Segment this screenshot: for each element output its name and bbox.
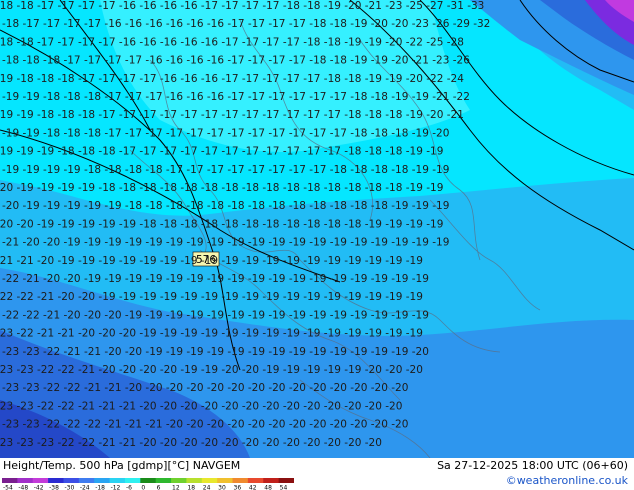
scale-label: -12 [111,485,121,490]
scale-swatch [94,478,111,483]
temperature-label-row: -22 -21 -20 -20 -19 -19 -19 -19 -19 -19 … [2,273,429,285]
scale-swatch [140,478,157,483]
valid-time: Sa 27-12-2025 18:00 UTC (06+60) [437,459,628,472]
temperature-label-row: -19 -19 -18 -18 -18 -17 -17 -17 -17 -17 … [2,127,449,139]
scale-swatch [186,478,203,483]
temperature-label-row: -18 -18 -17 -17 -17 -17 -16 -16 -16 -16 … [0,36,464,48]
scale-swatch [278,478,294,483]
temperature-label-row: -20 -19 -19 -19 -19 -19 -18 -18 -18 -18 … [2,200,449,212]
scale-swatch [155,478,172,483]
temperature-label-row: -19 -18 -18 -18 -17 -17 -17 -17 -16 -16 … [0,73,464,85]
scale-swatch [201,478,218,483]
scale-swatch [48,478,64,483]
scale-label: -54 [3,485,13,490]
scale-label: -38 [49,485,59,490]
scale-swatch [217,478,234,483]
credit-link[interactable]: ©weatheronline.co.uk [506,474,628,487]
temperature-label-row: -18 -18 -18 -17 -17 -17 -17 -16 -16 -16 … [2,55,470,67]
scale-swatch [78,478,95,483]
scale-label: 6 [157,485,161,490]
scale-label: -48 [18,485,28,490]
scale-swatch [63,478,80,483]
scale-swatch [247,478,264,483]
scale-swatch [263,478,280,483]
temperature-label-row: -23 -23 -22 -22 -21 -21 -20 -20 -20 -20 … [2,382,408,394]
scale-swatch [2,478,18,483]
scale-label: -18 [95,485,105,490]
scale-swatch [32,478,49,483]
temperature-label-row: -20 -20 -19 -19 -19 -19 -19 -18 -18 -18 … [0,218,443,230]
scale-label: -30 [64,485,74,490]
scale-label: -6 [126,485,132,490]
temperature-label-row: -20 -19 -19 -19 -19 -18 -18 -18 -18 -18 … [0,182,443,194]
scale-label: 36 [234,485,242,490]
scale-swatch [17,478,34,483]
weather-map: 576 -18 -18 -17 -17 -17 -17 -16 -16 -16 … [0,0,634,458]
scale-label: 24 [203,485,211,490]
scale-label: 0 [141,485,145,490]
color-scale: -54 -48 -42 -38 -30 -24 -18 -12 -6 0 6 12 18 24 30 36 42… [2,478,294,490]
scale-label: 42 [249,485,257,490]
temperature-label-row: -19 -19 -19 -19 -18 -18 -18 -18 -17 -17 … [2,164,449,176]
temperature-label-row: -18 -17 -17 -17 -17 -16 -16 -16 -16 -16 … [2,18,490,30]
temperature-label-row: -23 -23 -22 -22 -22 -21 -21 -21 -20 -20 … [2,419,408,431]
footer-bar: Height/Temp. 500 hPa [gdmp][°C] NAVGEM S… [0,458,634,490]
temperature-label-row: -23 -23 -22 -22 -21 -21 -21 -20 -20 -20 … [0,400,402,412]
temperature-label-row: -23 -22 -21 -21 -20 -20 -20 -19 -19 -19 … [0,328,423,340]
scale-label: 12 [172,485,180,490]
temperature-label-row: -19 -19 -18 -18 -18 -17 -17 -17 -17 -17 … [0,109,464,121]
temperature-label-row: -23 -23 -22 -21 -21 -20 -20 -19 -19 -19 … [2,346,429,358]
scale-label: -24 [80,485,90,490]
temperature-label-row: -21 -21 -20 -19 -19 -19 -19 -19 -19 -19 … [0,255,423,267]
scale-label: 30 [218,485,226,490]
temperature-label-row: -22 -22 -21 -20 -20 -20 -19 -19 -19 -19 … [2,309,429,321]
temperature-label-row: -21 -20 -20 -19 -19 -19 -19 -19 -19 -19 … [2,237,449,249]
scale-swatch [109,478,126,483]
scale-swatch [232,478,249,483]
temperature-label-row: -23 -23 -22 -22 -21 -20 -20 -20 -20 -19 … [0,364,423,376]
scale-label: 48 [264,485,272,490]
temperature-label-row: -23 -23 -23 -22 -22 -21 -21 -20 -20 -20 … [0,437,382,449]
scale-swatch [124,478,141,483]
scale-label: 18 [187,485,195,490]
scale-swatch [171,478,187,483]
scale-label: 54 [280,485,288,490]
temperature-label-row: -19 -19 -19 -18 -18 -18 -17 -17 -17 -17 … [0,146,443,158]
temperature-label-row: -22 -22 -21 -20 -20 -19 -19 -19 -19 -19 … [0,291,423,303]
temperature-label-row: -19 -19 -18 -18 -18 -17 -17 -17 -16 -16 … [2,91,470,103]
scale-label: -42 [34,485,44,490]
chart-title: Height/Temp. 500 hPa [gdmp][°C] NAVGEM [3,459,241,472]
temperature-label-row: -18 -18 -17 -17 -17 -17 -16 -16 -16 -16 … [0,0,484,12]
